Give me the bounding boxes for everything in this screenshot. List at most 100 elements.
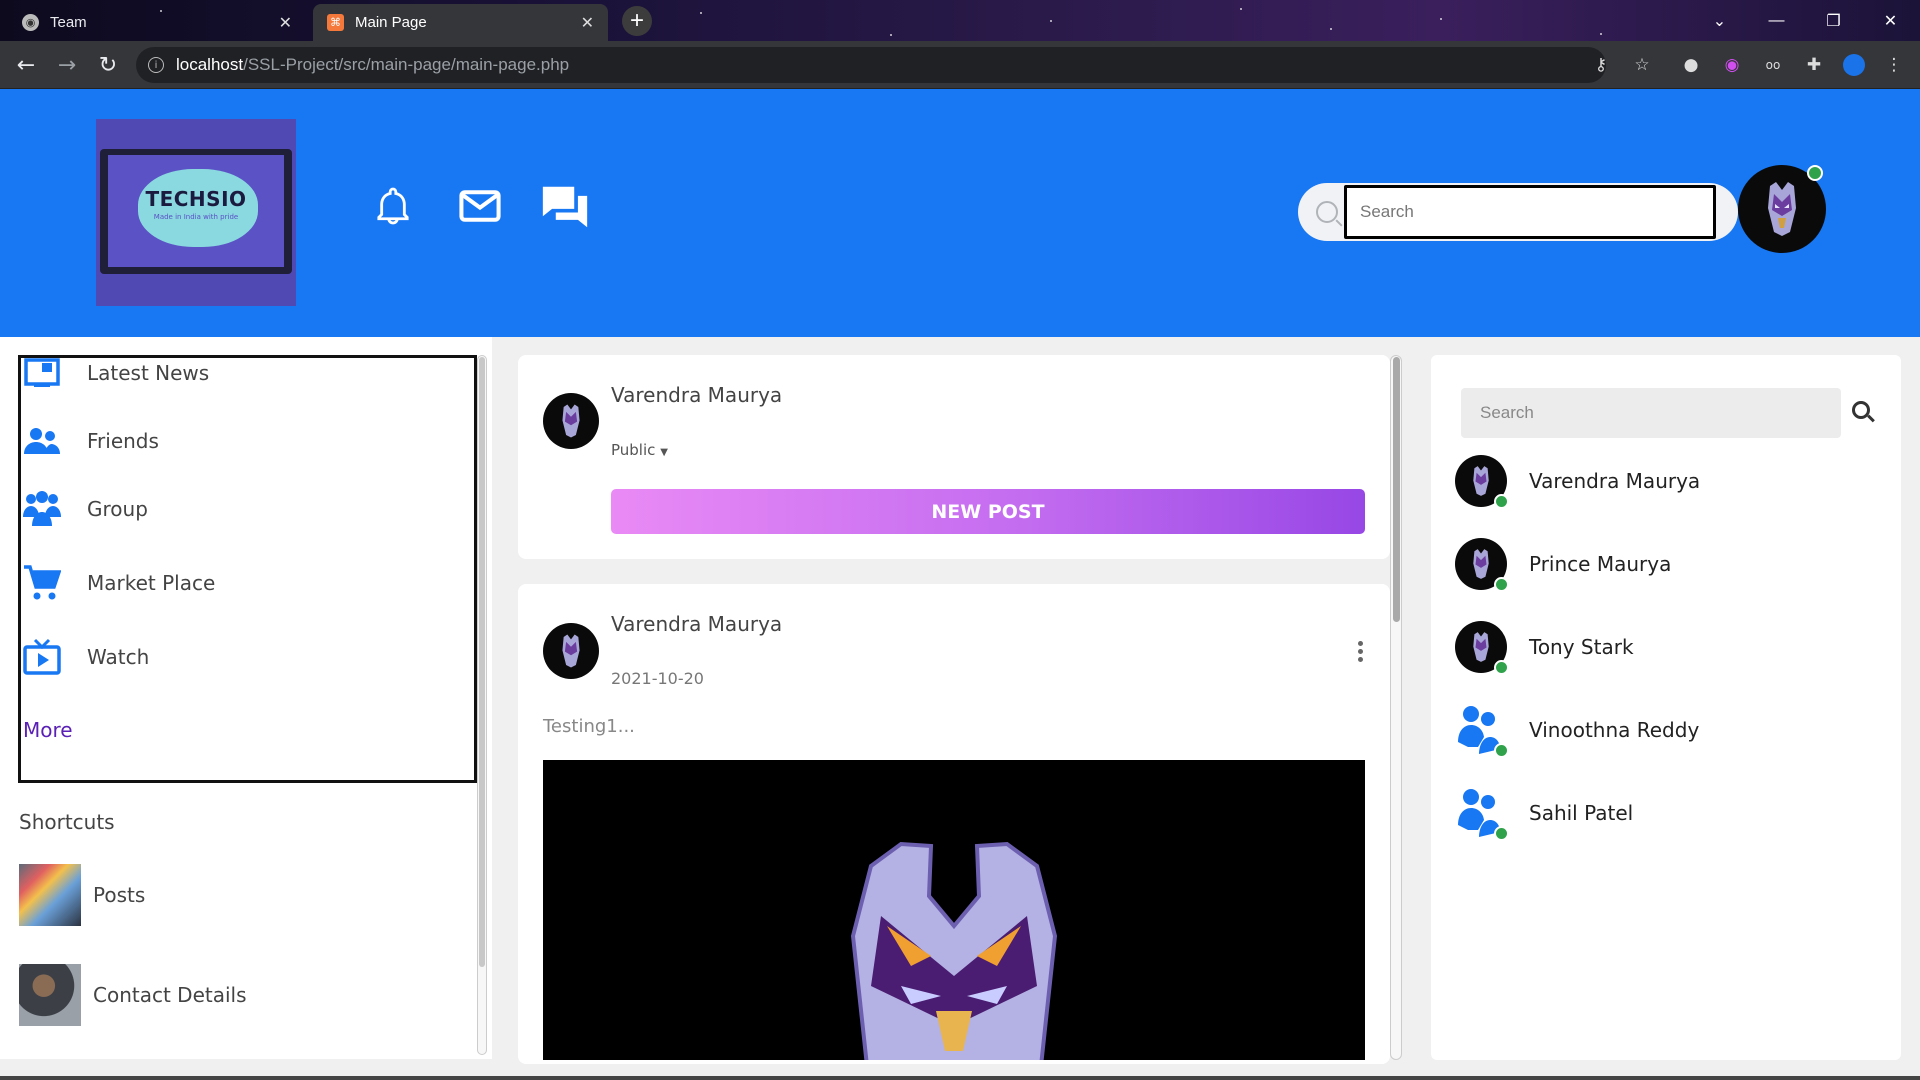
header-search-input[interactable]	[1344, 185, 1716, 239]
bg-star	[1600, 33, 1602, 35]
forward-icon[interactable]: →	[53, 51, 81, 79]
xampp-icon: ⌘	[327, 14, 344, 31]
key-icon[interactable]: ⚷	[1590, 54, 1612, 76]
close-icon[interactable]: ✕	[581, 13, 594, 33]
window-bottom-edge	[0, 1076, 1920, 1080]
privacy-selector[interactable]: Public ▼	[611, 441, 668, 459]
profile-icon[interactable]	[1843, 54, 1865, 76]
contact-avatar	[1455, 704, 1509, 758]
more-link[interactable]: More	[23, 718, 73, 742]
logo-subtitle: Made in India with pride	[153, 213, 239, 221]
contacts-search-input[interactable]	[1461, 388, 1841, 438]
contact-details-thumbnail	[19, 964, 81, 1026]
tab-title: Main Page	[355, 14, 427, 31]
sidebar-item-latest-news[interactable]: Latest News	[23, 354, 209, 392]
extension-1-icon[interactable]: ●	[1680, 54, 1702, 76]
contact-item[interactable]: Vinoothna Reddy	[1455, 704, 1699, 758]
bell-icon[interactable]	[376, 187, 410, 229]
caret-down-icon: ▼	[660, 447, 668, 458]
search-icon[interactable]	[1316, 201, 1338, 223]
chat-icon[interactable]	[541, 184, 589, 234]
mail-icon[interactable]	[459, 189, 501, 227]
info-icon[interactable]: i	[148, 57, 164, 73]
post-username: Varendra Maurya	[611, 612, 783, 636]
logo[interactable]: TECHSIO Made in India with pride	[96, 119, 296, 306]
sidebar-item-friends[interactable]: Friends	[23, 422, 159, 460]
robot-avatar-icon	[1473, 549, 1489, 579]
tab-team[interactable]: ◉ Team ✕	[8, 4, 306, 41]
more-options-icon[interactable]	[1358, 641, 1364, 662]
url-path: /SSL-Project/src/main-page/main-page.php	[243, 55, 570, 74]
header-search	[1298, 183, 1738, 241]
post-text: Testing1...	[543, 716, 635, 737]
new-tab-button[interactable]: +	[622, 6, 652, 36]
post-image[interactable]	[543, 760, 1365, 1060]
online-indicator	[1494, 743, 1509, 758]
shortcuts-title: Shortcuts	[19, 810, 115, 834]
group-icon	[23, 490, 61, 528]
contact-item[interactable]: Prince Maurya	[1455, 538, 1672, 592]
reload-icon[interactable]: ↻	[94, 51, 122, 79]
contact-name: Varendra Maurya	[1529, 469, 1701, 493]
sidebar-item-market-place[interactable]: Market Place	[23, 564, 215, 602]
left-sidebar: Latest News Friends Group Market Place W…	[0, 337, 492, 1059]
minimize-icon[interactable]: —	[1748, 0, 1805, 41]
online-indicator	[1807, 165, 1823, 181]
tab-main-page[interactable]: ⌘ Main Page ✕	[313, 4, 608, 41]
address-bar[interactable]: i localhost /SSL-Project/src/main-page/m…	[136, 47, 1606, 83]
contact-name: Sahil Patel	[1529, 801, 1634, 825]
post-avatar[interactable]	[543, 623, 599, 679]
sidebar-item-watch[interactable]: Watch	[23, 638, 149, 676]
menu-icon[interactable]: ⋮	[1883, 54, 1905, 76]
sidebar-item-label: Latest News	[87, 361, 210, 385]
robot-avatar-icon	[1473, 466, 1489, 496]
sidebar-scrollbar[interactable]	[477, 355, 487, 1055]
extension-2-icon[interactable]: ◉	[1721, 54, 1743, 76]
bg-star	[1050, 20, 1052, 22]
contact-item[interactable]: Varendra Maurya	[1455, 455, 1701, 509]
feed-scrollbar[interactable]	[1390, 355, 1402, 1060]
bg-star	[890, 34, 892, 36]
friends-icon	[23, 422, 61, 460]
privacy-label: Public	[611, 441, 656, 459]
extension-3-icon[interactable]: oo	[1762, 54, 1784, 76]
restore-icon[interactable]: ❐	[1805, 0, 1862, 41]
shortcut-posts[interactable]: Posts	[19, 864, 145, 926]
contact-avatar	[1455, 538, 1509, 592]
bg-star	[1440, 18, 1442, 20]
robot-avatar-icon	[1768, 182, 1796, 236]
scrollbar-thumb[interactable]	[1393, 357, 1400, 622]
robot-avatar-icon	[562, 404, 580, 438]
sidebar-item-label: Group	[87, 497, 148, 521]
online-indicator	[1494, 494, 1509, 509]
chevron-down-icon[interactable]: ⌄	[1691, 0, 1748, 41]
close-window-icon[interactable]: ✕	[1862, 0, 1919, 41]
sidebar-item-group[interactable]: Group	[23, 490, 148, 528]
sidebar-item-label: Friends	[87, 429, 159, 453]
back-icon[interactable]: ←	[12, 51, 40, 79]
tab-title: Team	[50, 14, 87, 31]
contact-item[interactable]: Sahil Patel	[1455, 787, 1634, 841]
shortcut-contact-details[interactable]: Contact Details	[19, 964, 247, 1026]
robot-avatar-icon	[562, 634, 580, 668]
bg-star	[700, 12, 702, 14]
contacts-panel: Varendra Maurya Prince Maurya Tony Stark…	[1431, 355, 1901, 1060]
star-icon[interactable]: ☆	[1631, 54, 1653, 76]
post-date: 2021-10-20	[611, 669, 704, 688]
contact-name: Prince Maurya	[1529, 552, 1672, 576]
composer-avatar[interactable]	[543, 393, 599, 449]
robot-avatar-icon	[1473, 632, 1489, 662]
sidebar-menu: Latest News Friends Group Market Place W…	[18, 355, 477, 783]
cart-icon	[23, 564, 61, 602]
close-icon[interactable]: ✕	[279, 13, 292, 33]
scrollbar-thumb[interactable]	[479, 357, 485, 967]
search-icon[interactable]	[1852, 401, 1870, 419]
online-indicator	[1494, 577, 1509, 592]
logo-title: TECHSIO	[145, 187, 247, 211]
url-host: localhost	[176, 55, 244, 74]
new-post-button[interactable]: NEW POST	[611, 489, 1365, 534]
contact-avatar	[1455, 621, 1509, 675]
puzzle-icon[interactable]: ✚	[1803, 54, 1825, 76]
browser-tab-bar: ◉ Team ✕ ⌘ Main Page ✕ + ⌄ — ❐ ✕	[0, 0, 1920, 41]
contact-item[interactable]: Tony Stark	[1455, 621, 1634, 675]
